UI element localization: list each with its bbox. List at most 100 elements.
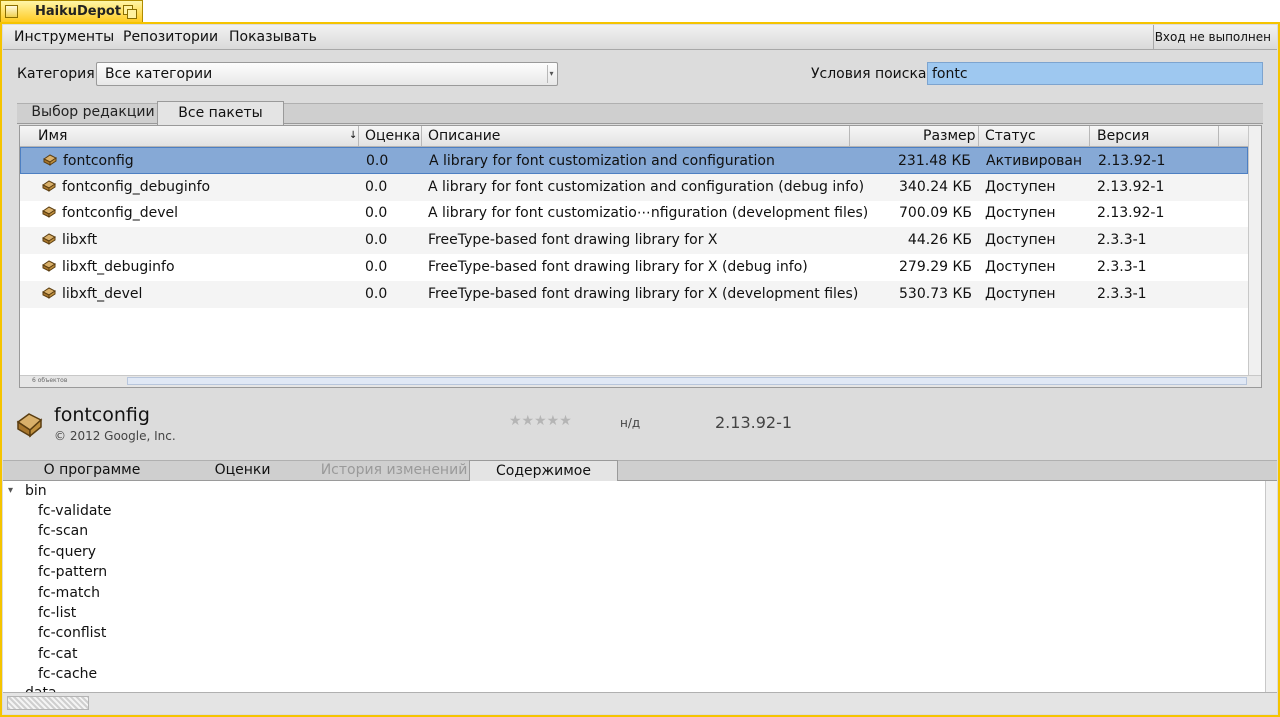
cell-name: libxft_debuginfo (62, 258, 175, 275)
column-version[interactable]: Версия (1097, 128, 1149, 144)
tree-file[interactable]: fc-validate (38, 503, 112, 519)
table-row[interactable]: libxft_devel 0.0 FreeType-based font drawi… (20, 280, 1248, 308)
close-icon[interactable] (5, 5, 18, 18)
tab-contents[interactable]: Содержимое (469, 460, 618, 481)
contents-tree: ▾ bin fc-validate fc-scan fc-query fc-patte… (3, 481, 1265, 692)
menu-bar: Инструменты Репозитории Показывать Вход … (3, 25, 1277, 50)
cell-name: libxft (62, 232, 98, 249)
cell-size: 44.26 КБ (907, 232, 972, 249)
scroll-thumb[interactable] (127, 377, 1247, 385)
sort-arrow-icon: ↓ (349, 130, 358, 141)
cell-status: Доступен (985, 258, 1056, 275)
package-icon (42, 180, 56, 192)
column-separator (849, 126, 850, 146)
cell-name: fontconfig (63, 153, 134, 169)
tree-file[interactable]: fc-query (38, 544, 96, 560)
package-icon (42, 260, 56, 272)
cell-description: A library for font customization and con… (428, 178, 865, 195)
cell-status: Доступен (985, 232, 1056, 249)
package-icon (42, 286, 56, 299)
tree-folder-data[interactable]: data (25, 685, 57, 692)
column-description[interactable]: Описание (428, 128, 500, 144)
column-separator (1218, 126, 1219, 146)
package-copyright: © 2012 Google, Inc. (54, 429, 176, 443)
package-icon (43, 154, 57, 166)
column-name[interactable]: Имя (38, 128, 67, 144)
category-label: Категория: (17, 66, 100, 82)
cell-name: libxft_devel (62, 285, 143, 302)
cell-rating: 0.0 (365, 232, 388, 249)
cell-rating: 0.0 (365, 285, 388, 302)
cell-description: A library for font customization and con… (429, 153, 775, 169)
tree-file[interactable]: fc-scan (38, 523, 88, 539)
tab-about[interactable]: О программе (14, 460, 170, 481)
chevron-down-icon: ▾ (547, 65, 555, 83)
tab-ratings[interactable]: Оценки (170, 460, 315, 481)
column-rating[interactable]: Оценка (365, 128, 420, 144)
cell-name: fontconfig_devel (62, 205, 178, 222)
zoom-icon[interactable] (123, 5, 137, 19)
table-row[interactable]: fontconfig_devel 0.0 A library for font cu… (20, 200, 1248, 227)
package-icon (42, 233, 56, 246)
contents-vertical-scrollbar[interactable] (1265, 481, 1277, 692)
tree-file[interactable]: fc-pattern (38, 564, 107, 580)
cell-version: 2.3.3-1 (1097, 258, 1147, 275)
cell-rating: 0.0 (365, 205, 388, 222)
cell-size: 340.24 КБ (899, 178, 972, 195)
cell-rating: 0.0 (365, 258, 388, 275)
table-vertical-scrollbar[interactable] (1248, 126, 1261, 375)
category-select[interactable]: Все категории ▾ (96, 62, 558, 86)
cell-size: 530.73 КБ (899, 285, 972, 302)
cell-size: 700.09 КБ (899, 205, 972, 222)
resize-grip[interactable] (7, 696, 89, 710)
login-status[interactable]: Вход не выполнен (1155, 30, 1271, 44)
menu-repositories[interactable]: Репозитории (123, 29, 218, 45)
package-icon (16, 413, 43, 438)
tab-all-packages[interactable]: Все пакеты (157, 101, 284, 125)
table-row[interactable]: libxft 0.0 FreeType-based font drawing lib… (20, 227, 1248, 255)
cell-status: Доступен (985, 205, 1056, 222)
status-bar (3, 692, 1277, 714)
tree-file[interactable]: fc-conflist (38, 625, 106, 641)
column-separator (358, 126, 359, 146)
table-row[interactable]: libxft_debuginfo 0.0 FreeType-based font d… (20, 254, 1248, 281)
cell-description: FreeType-based font drawing library for … (428, 258, 808, 275)
category-value: Все категории (105, 66, 213, 82)
package-title: fontconfig (54, 404, 150, 426)
menu-show[interactable]: Показывать (229, 29, 317, 45)
column-size[interactable]: Размер (923, 128, 976, 144)
tree-file[interactable]: fc-cache (38, 666, 97, 682)
column-separator (1089, 126, 1090, 146)
column-separator (421, 126, 422, 146)
cell-version: 2.3.3-1 (1097, 285, 1147, 302)
cell-size: 231.48 КБ (898, 153, 971, 169)
window-tab[interactable]: HaikuDepot (0, 0, 143, 22)
table-row[interactable]: fontconfig_debuginfo 0.0 A library for fon… (20, 173, 1248, 201)
tab-changelog[interactable]: История изменений (320, 460, 468, 481)
table-row[interactable]: fontconfig 0.0 A library for font customiz… (20, 147, 1248, 174)
cell-version: 2.13.92-1 (1097, 178, 1165, 195)
column-separator (978, 126, 979, 146)
menu-tools[interactable]: Инструменты (14, 29, 114, 45)
tree-file[interactable]: fc-match (38, 585, 100, 601)
cell-status: Доступен (985, 285, 1056, 302)
chevron-down-icon[interactable]: ▾ (8, 485, 13, 496)
cell-version: 2.13.92-1 (1098, 153, 1166, 169)
tree-folder-bin[interactable]: bin (25, 483, 47, 499)
cell-description: FreeType-based font drawing library for … (428, 232, 718, 249)
cell-version: 2.3.3-1 (1097, 232, 1147, 249)
package-icon (42, 206, 56, 219)
tree-file[interactable]: fc-cat (38, 646, 77, 662)
cell-rating: 0.0 (366, 153, 389, 169)
table-horizontal-scrollbar[interactable]: 6 объектов (20, 375, 1261, 387)
column-status[interactable]: Статус (985, 128, 1036, 144)
tree-file[interactable]: fc-list (38, 605, 76, 621)
rating-value: н/д (620, 416, 641, 430)
tab-featured[interactable]: Выбор редакции (28, 101, 158, 125)
rating-stars: ★★★★★ (509, 413, 572, 429)
cell-name: fontconfig_debuginfo (62, 178, 211, 195)
cell-version: 2.13.92-1 (1097, 205, 1165, 222)
cell-description: FreeType-based font drawing library for … (428, 285, 859, 302)
cell-size: 279.29 КБ (899, 258, 972, 275)
search-input[interactable] (927, 62, 1263, 85)
